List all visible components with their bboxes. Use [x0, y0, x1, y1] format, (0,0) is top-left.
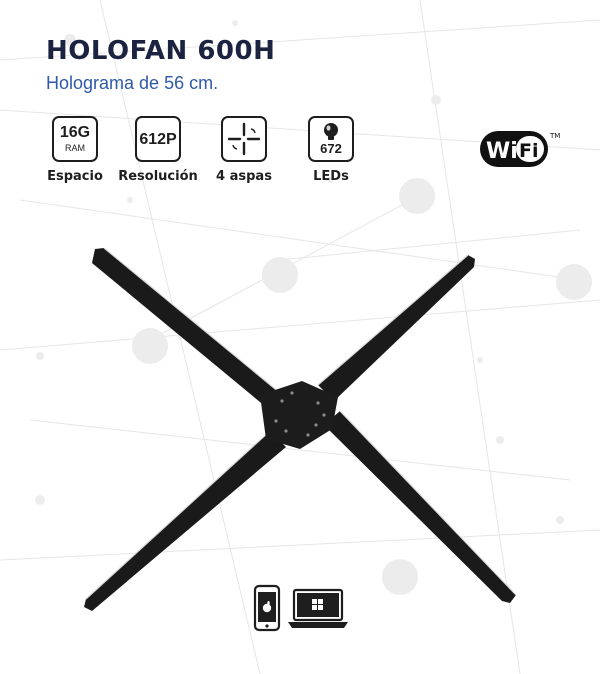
spec-storage-unit: RAM: [65, 143, 85, 153]
spec-leds: 672 LEDs: [286, 116, 376, 184]
bulb-icon: [324, 123, 338, 140]
wifi-trademark: TM: [549, 132, 560, 140]
apple-phone-icon: [253, 584, 281, 632]
spec-storage: 16G RAM Espacio: [30, 116, 120, 184]
wifi-text-wi: Wi: [486, 139, 518, 164]
holographic-fan-image: [84, 247, 517, 611]
compatible-devices: [253, 584, 348, 632]
spec-leds-label: LEDs: [313, 169, 349, 184]
spec-storage-label: Espacio: [47, 169, 103, 184]
resolution-icon: 612P: [135, 116, 181, 162]
spec-blades-label: 4 aspas: [216, 169, 272, 184]
fan-blade-top-right: [318, 255, 475, 401]
fan-blade-top-left: [92, 248, 280, 407]
windows-laptop-icon: [288, 588, 348, 628]
wifi-text-fi: Fi: [519, 140, 539, 162]
spec-leds-value: 672: [320, 141, 342, 156]
spec-resolution: 612P Resolución: [113, 116, 203, 184]
spec-resolution-label: Resolución: [118, 169, 198, 184]
wifi-logo-icon: Wi Fi TM: [480, 131, 560, 167]
product-subtitle: Holograma de 56 cm.: [46, 73, 219, 93]
spec-storage-value: 16G: [59, 124, 91, 141]
fan-blades-icon: [221, 116, 267, 162]
fan-blade-bottom-right: [324, 411, 516, 603]
spec-blades: 4 aspas: [199, 116, 289, 184]
product-title: HOLOFAN 600H: [46, 36, 276, 66]
fan-blades-graphic: [227, 122, 261, 156]
led-bulb-icon: 672: [308, 116, 354, 162]
spec-resolution-value: 612P: [139, 130, 177, 148]
memory-icon: 16G RAM: [52, 116, 98, 162]
